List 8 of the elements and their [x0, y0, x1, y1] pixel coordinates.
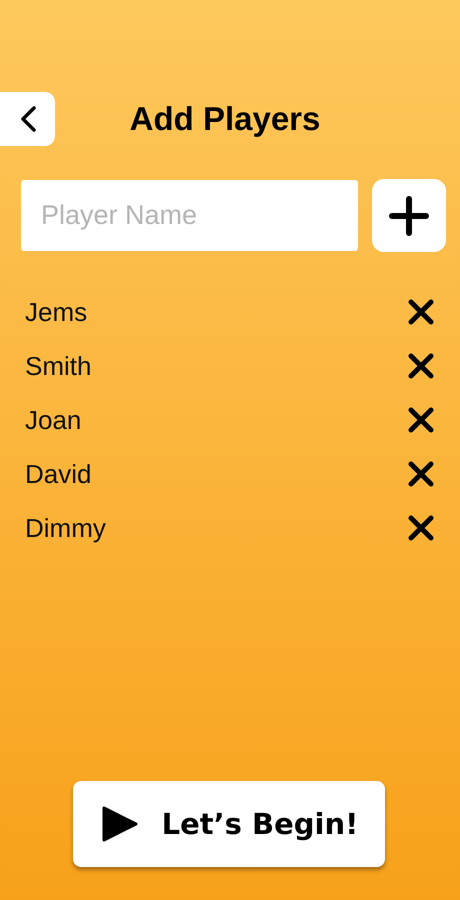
player-name: Joan — [25, 404, 82, 436]
player-name-field[interactable]: Player Name — [21, 180, 358, 251]
start-button[interactable]: Let’s Begin! — [73, 781, 385, 867]
player-name: David — [25, 458, 92, 490]
player-name: Jems — [25, 296, 88, 328]
player-name: Smith — [25, 350, 92, 382]
page-title: Add Players — [130, 100, 320, 138]
player-name: Dimmy — [25, 512, 106, 544]
